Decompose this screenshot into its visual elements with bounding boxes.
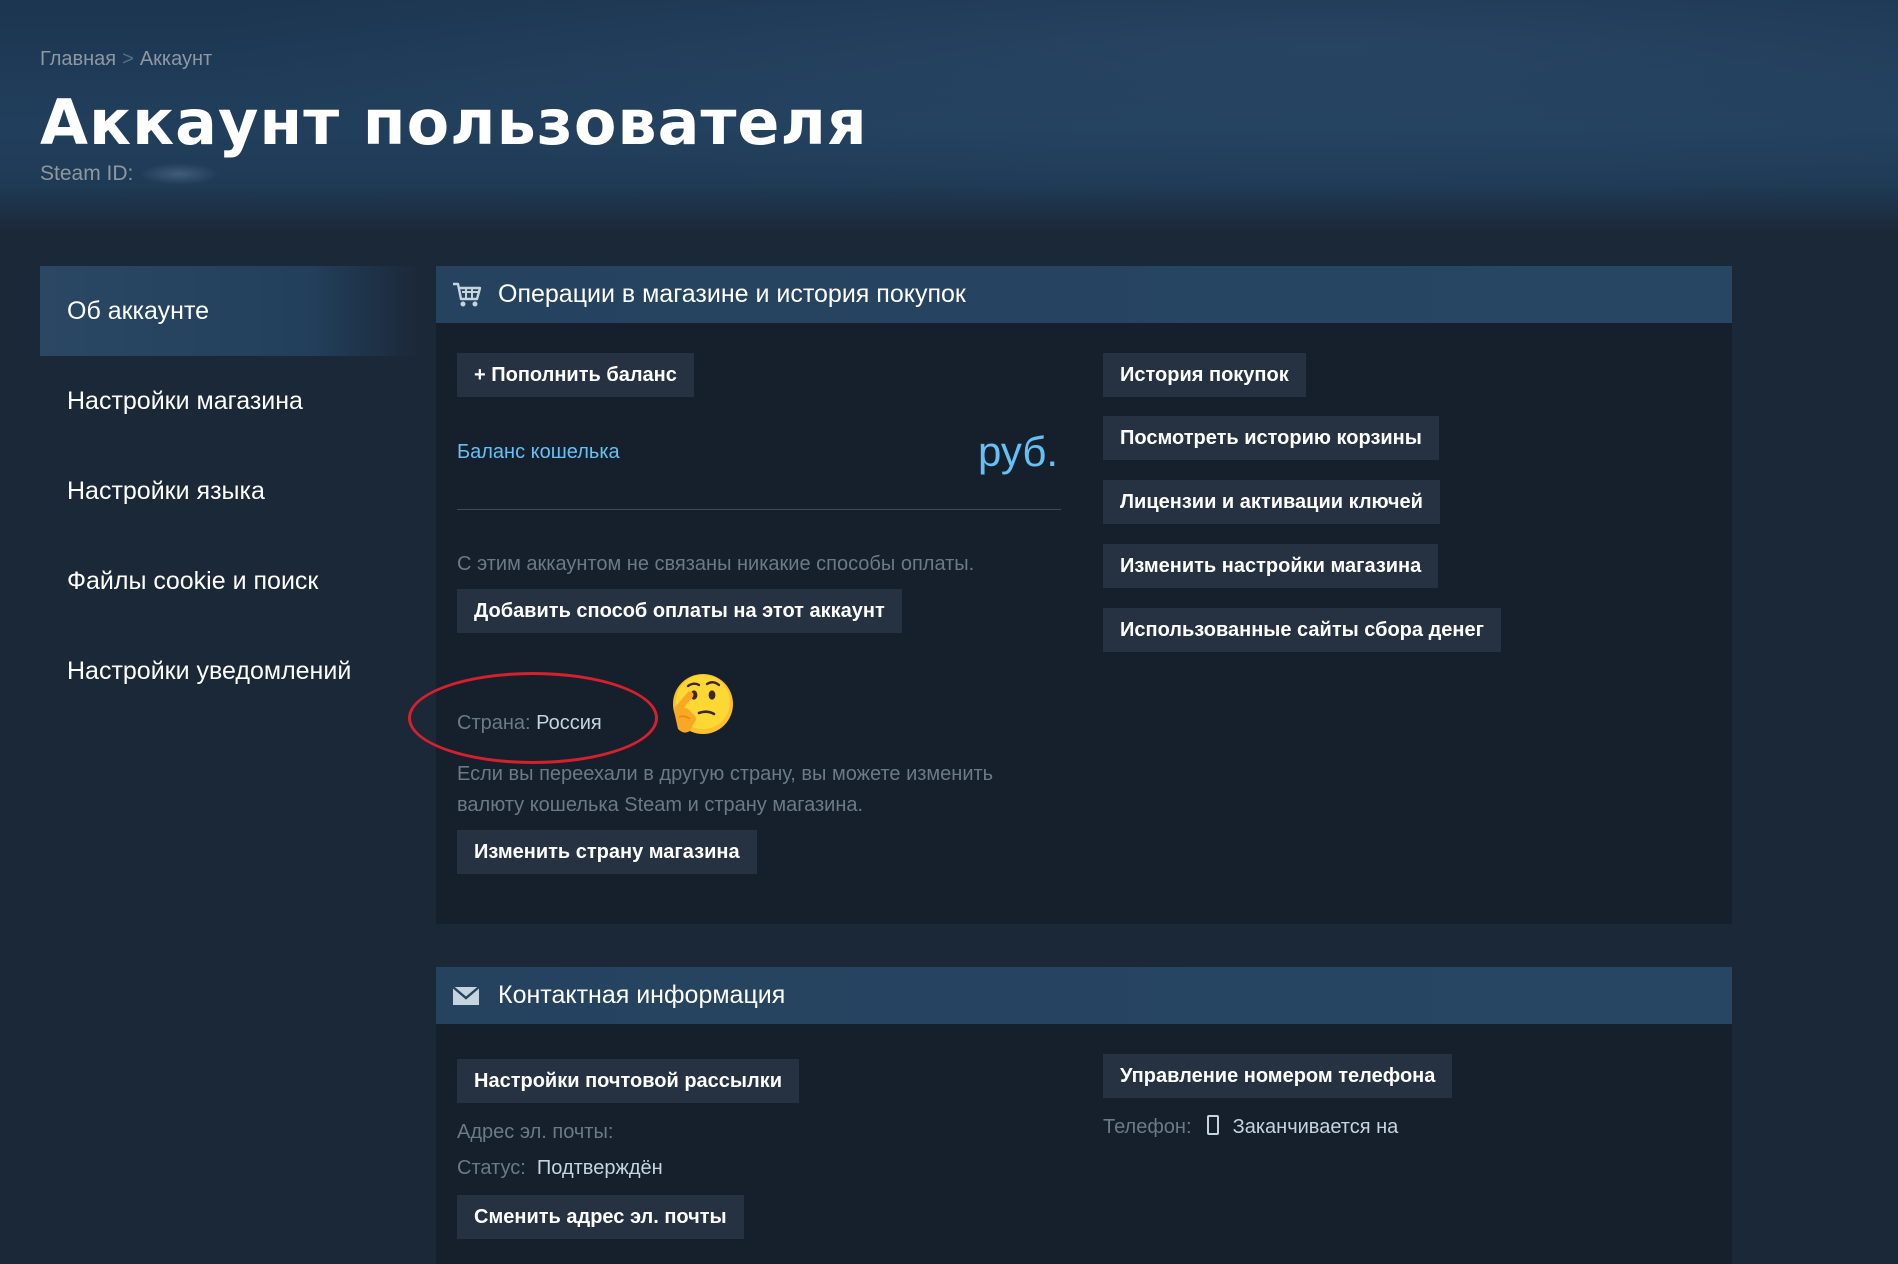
- contact-panel-title: Контактная информация: [498, 981, 786, 1009]
- email-status-row: Статус: Подтверждён: [457, 1157, 663, 1180]
- email-label: Адрес эл. почты:: [457, 1121, 614, 1143]
- breadcrumb-separator: >: [122, 48, 134, 70]
- sidebar-item-store-settings[interactable]: Настройки магазина: [40, 356, 420, 446]
- sidebar-item-label: Файлы cookie и поиск: [67, 566, 319, 595]
- store-settings-button[interactable]: Изменить настройки магазина: [1103, 544, 1439, 588]
- steam-id: Steam ID:: [40, 162, 220, 186]
- cart-icon: [452, 281, 482, 309]
- no-payment-text: С этим аккаунтом не связаны никакие спос…: [457, 553, 975, 575]
- sidebar-item-account[interactable]: Об аккаунте: [40, 266, 420, 356]
- breadcrumb: Главная > Аккаунт: [40, 48, 212, 71]
- phone-value: Заканчивается на: [1232, 1116, 1399, 1138]
- email-status-value: Подтверждён: [536, 1157, 663, 1179]
- country-note-line-2: валюту кошелька Steam и страну магазина.: [457, 794, 864, 816]
- sidebar: Об аккаунте Настройки магазина Настройки…: [40, 266, 420, 716]
- country-note-line-1: Если вы переехали в другую страну, вы мо…: [457, 763, 994, 785]
- licenses-button[interactable]: Лицензии и активации ключей: [1103, 480, 1440, 524]
- sidebar-item-notifications[interactable]: Настройки уведомлений: [40, 626, 420, 716]
- cart-history-button[interactable]: Посмотреть историю корзины: [1103, 416, 1439, 460]
- steam-id-redacted: [139, 163, 220, 186]
- phone-label: Телефон:: [1103, 1116, 1192, 1138]
- change-email-button[interactable]: Сменить адрес эл. почты: [457, 1195, 744, 1239]
- sidebar-item-label: Об аккаунте: [67, 296, 210, 325]
- thinking-face-emoji: [668, 671, 738, 741]
- sidebar-item-label: Настройки магазина: [67, 386, 303, 415]
- add-payment-button[interactable]: Добавить способ оплаты на этот аккаунт: [457, 589, 902, 633]
- wallet-currency: руб.: [978, 428, 1059, 475]
- change-country-button[interactable]: Изменить страну магазина: [457, 830, 757, 874]
- phone-row: Телефон: Заканчивается на: [1103, 1115, 1398, 1139]
- sidebar-item-label: Настройки языка: [67, 476, 265, 505]
- purchase-history-button[interactable]: История покупок: [1103, 353, 1306, 397]
- add-funds-button[interactable]: + Пополнить баланс: [457, 353, 694, 397]
- fundraising-sites-button[interactable]: Использованные сайты сбора денег: [1103, 608, 1501, 652]
- breadcrumb-home[interactable]: Главная: [40, 48, 116, 70]
- page: Главная > Аккаунт Аккаунт пользователя Ste…: [0, 0, 1898, 1264]
- sidebar-item-label: Настройки уведомлений: [67, 656, 352, 685]
- contact-panel-header: Контактная информация: [436, 967, 1732, 1024]
- breadcrumb-current[interactable]: Аккаунт: [140, 48, 212, 70]
- mail-icon: [452, 982, 482, 1010]
- sidebar-item-cookies[interactable]: Файлы cookie и поиск: [40, 536, 420, 626]
- store-panel-title: Операции в магазине и история покупок: [498, 280, 966, 308]
- store-panel-header: Операции в магазине и история покупок: [436, 266, 1732, 323]
- steam-id-label: Steam ID:: [40, 162, 134, 185]
- sidebar-item-language[interactable]: Настройки языка: [40, 446, 420, 536]
- phone-icon: [1207, 1115, 1220, 1135]
- page-title: Аккаунт пользователя: [40, 86, 868, 159]
- wallet-divider: [457, 509, 1061, 510]
- manage-phone-button[interactable]: Управление номером телефона: [1103, 1054, 1453, 1098]
- newsletter-settings-button[interactable]: Настройки почтовой рассылки: [457, 1059, 800, 1103]
- wallet-balance-link[interactable]: Баланс кошелька: [457, 441, 620, 464]
- email-status-label: Статус:: [457, 1157, 526, 1179]
- country-highlight-circle: [408, 672, 658, 764]
